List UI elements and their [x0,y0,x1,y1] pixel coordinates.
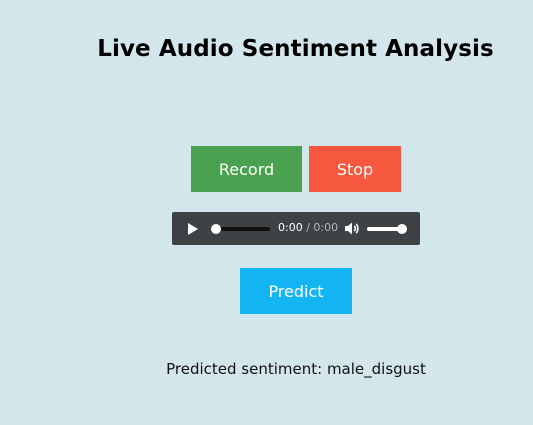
audio-player: 0:00 / 0:00 [172,212,420,245]
play-icon[interactable] [188,223,198,235]
seek-thumb[interactable] [211,224,221,234]
seek-bar[interactable] [216,227,270,231]
predict-button[interactable]: Predict [240,268,352,314]
current-time: 0:00 [278,221,303,234]
stop-button[interactable]: Stop [309,146,401,192]
page-title: Live Audio Sentiment Analysis [97,36,494,62]
time-separator: / [306,221,310,234]
volume-thumb[interactable] [397,224,407,234]
record-button[interactable]: Record [191,146,302,192]
prediction-result: Predicted sentiment: male_disgust [166,360,426,378]
volume-icon[interactable] [344,221,360,236]
duration: 0:00 [313,221,339,234]
time-display: 0:00 / 0:00 [278,221,338,234]
